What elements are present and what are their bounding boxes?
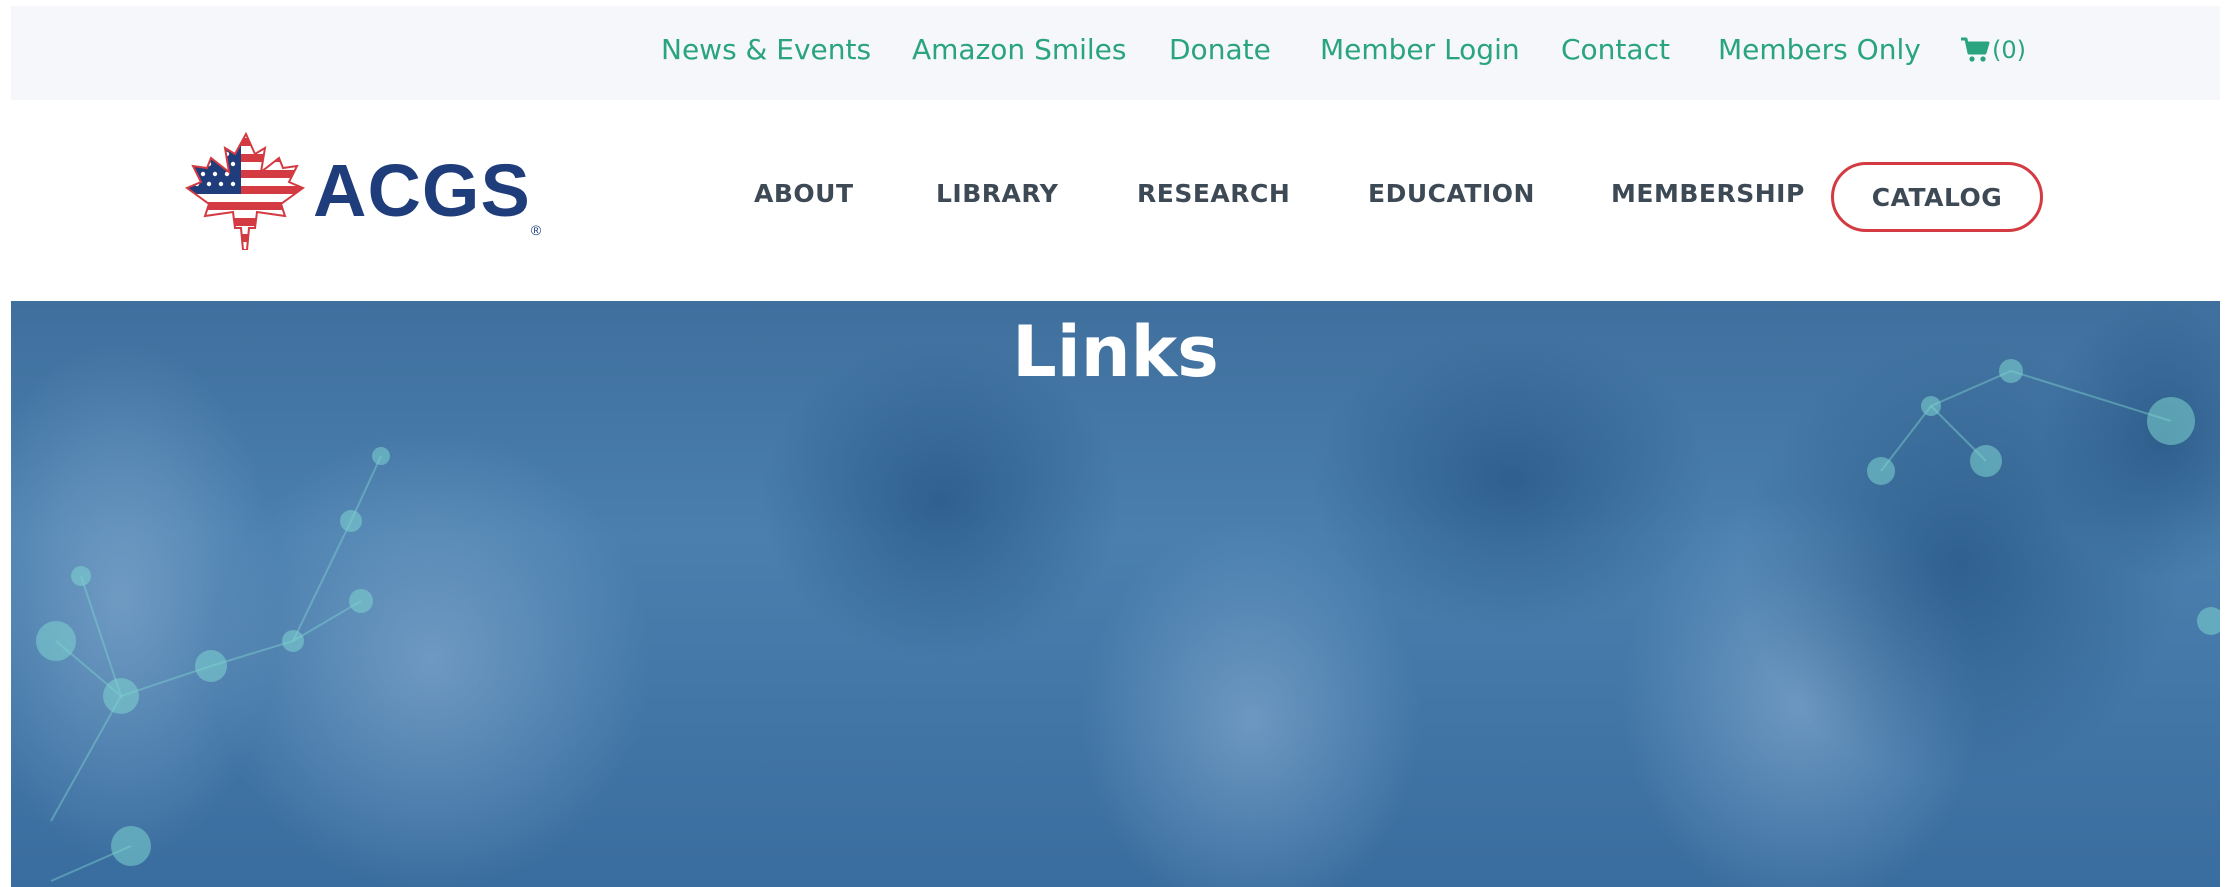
- nav-item-education[interactable]: EDUCATION: [1368, 174, 1535, 214]
- logo-registered-mark: ®: [530, 222, 542, 238]
- utility-link-news-events[interactable]: News & Events: [661, 28, 871, 72]
- site-logo[interactable]: ACGS ®: [185, 132, 541, 250]
- utility-bar: News & Events Amazon Smiles Donate Membe…: [11, 6, 2220, 100]
- catalog-button[interactable]: CATALOG: [1831, 162, 2043, 232]
- page: News & Events Amazon Smiles Donate Membe…: [11, 6, 2220, 887]
- main-header: ACGS ® ABOUT LIBRARY RESEARCH EDUCATION …: [11, 100, 2220, 301]
- hero-banner: Links: [11, 301, 2220, 887]
- maple-leaf-flag-icon: [185, 132, 306, 250]
- utility-link-amazon-smiles[interactable]: Amazon Smiles: [912, 28, 1126, 72]
- shopping-cart-icon: [1960, 36, 1990, 64]
- utility-link-contact[interactable]: Contact: [1561, 28, 1670, 72]
- page-title: Links: [1012, 311, 1219, 393]
- utility-link-member-login[interactable]: Member Login: [1320, 28, 1520, 72]
- utility-link-donate[interactable]: Donate: [1169, 28, 1271, 72]
- nav-item-membership[interactable]: MEMBERSHIP: [1611, 174, 1805, 214]
- cart-count: (0): [1992, 36, 2026, 64]
- nav-item-about[interactable]: ABOUT: [754, 174, 854, 214]
- cart-link[interactable]: (0): [1960, 28, 2026, 72]
- utility-link-members-only[interactable]: Members Only: [1718, 28, 1921, 72]
- logo-text: ACGS: [313, 149, 531, 232]
- nav-item-research[interactable]: RESEARCH: [1137, 174, 1290, 214]
- nav-item-library[interactable]: LIBRARY: [936, 174, 1058, 214]
